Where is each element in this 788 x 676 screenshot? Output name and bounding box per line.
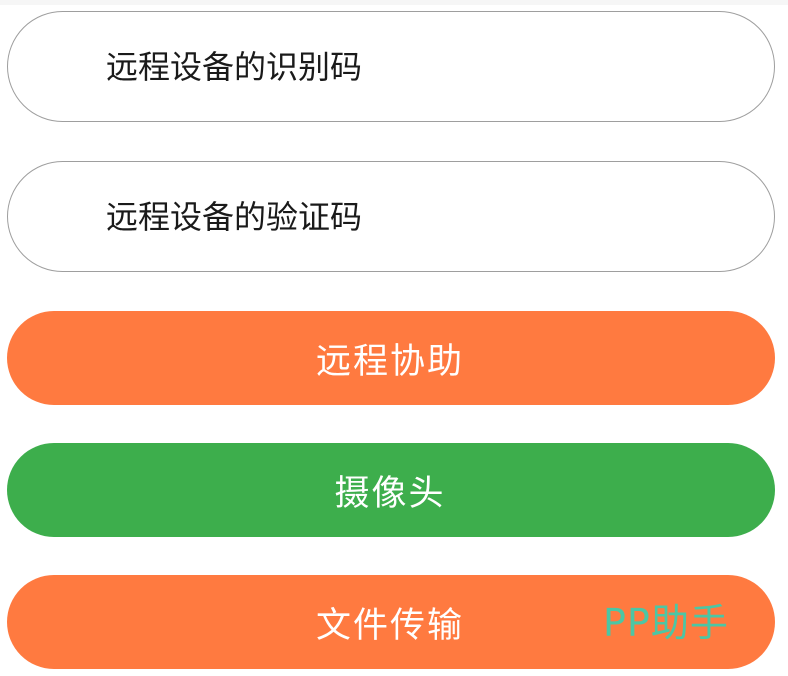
verify-code-field[interactable]: [7, 161, 775, 272]
camera-label: 摄像头: [334, 473, 446, 514]
camera-button[interactable]: 摄像头: [7, 443, 775, 537]
verify-code-input[interactable]: [106, 162, 726, 271]
pp-assistant-watermark: PP助手: [603, 601, 729, 645]
remote-assist-label: 远程协助: [315, 341, 464, 382]
device-id-input[interactable]: [106, 12, 726, 121]
remote-assist-button[interactable]: 远程协助: [7, 311, 775, 405]
file-transfer-label: 文件传输: [315, 605, 464, 646]
device-id-field[interactable]: [7, 11, 775, 122]
top-edge: [0, 0, 788, 5]
